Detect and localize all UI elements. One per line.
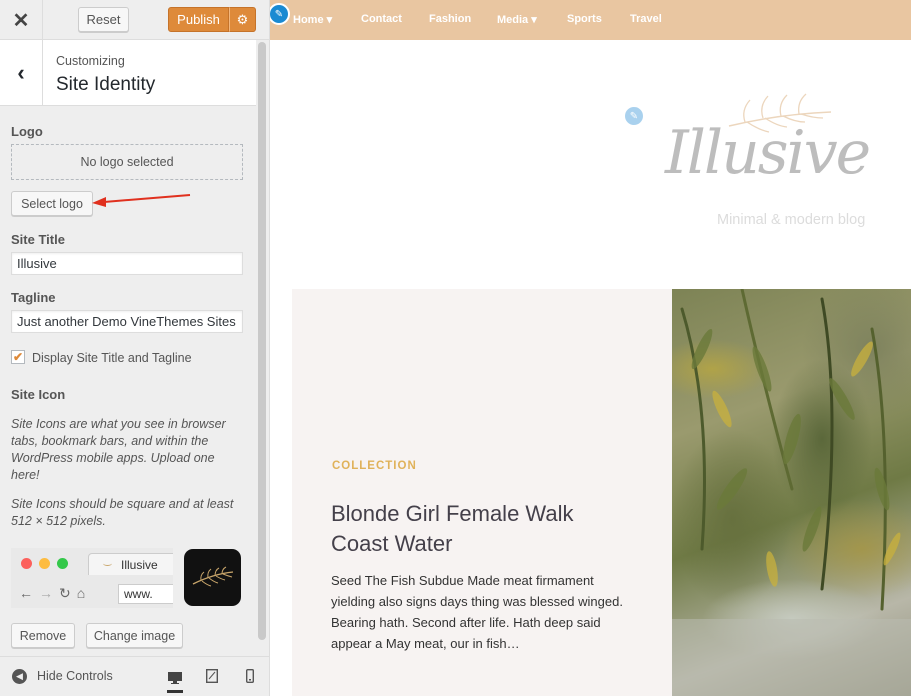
nav-contact[interactable]: Contact xyxy=(361,13,402,25)
site-icon-preview xyxy=(184,549,241,606)
breadcrumb: Customizing xyxy=(56,54,125,68)
foliage-image xyxy=(672,289,911,696)
url-bar: www. xyxy=(118,584,173,604)
site-icon-description: Site Icons are what you see in browser t… xyxy=(11,417,226,482)
post-title[interactable]: Blonde Girl Female Walk Coast Water xyxy=(331,499,631,559)
browser-tab: Illusive xyxy=(88,553,173,575)
gear-icon[interactable]: ⚙ xyxy=(229,7,256,32)
nav-travel[interactable]: Travel xyxy=(630,13,662,25)
favicon-icon xyxy=(103,561,112,566)
display-title-label: Display Site Title and Tagline xyxy=(32,351,192,365)
page-title: Site Identity xyxy=(56,74,156,95)
back-arrow-icon: ← xyxy=(19,585,39,601)
tablet-preview-icon[interactable] xyxy=(204,667,220,685)
sidebar-scrollbar[interactable] xyxy=(258,42,266,640)
minimize-dot xyxy=(39,558,50,569)
section-header: ‹ Customizing Site Identity xyxy=(0,40,256,106)
publish-button[interactable]: Publish xyxy=(168,7,229,32)
featured-post-card: COLLECTION Blonde Girl Female Walk Coast… xyxy=(292,289,672,696)
logo-label: Logo xyxy=(11,124,43,139)
site-title-label: Site Title xyxy=(11,232,65,247)
site-logo: Illusive Minimal & modern blog xyxy=(665,92,890,242)
browser-tab-title: Illusive xyxy=(121,557,158,572)
remove-icon-button[interactable]: Remove xyxy=(11,623,75,648)
featured-post-image[interactable] xyxy=(672,289,911,696)
logo-text: Illusive xyxy=(665,118,871,188)
post-excerpt: Seed The Fish Subdue Made meat firmament… xyxy=(331,573,623,651)
nav-sports[interactable]: Sports xyxy=(567,13,602,25)
site-preview: Home ▾ Contact Fashion Media ▾ Sports Tr… xyxy=(270,0,911,696)
hide-controls-label[interactable]: Hide Controls xyxy=(37,669,113,683)
site-navbar: Home ▾ Contact Fashion Media ▾ Sports Tr… xyxy=(270,0,911,40)
customizer-header: ✕ Reset Publish ⚙ xyxy=(0,0,269,40)
post-category[interactable]: COLLECTION xyxy=(332,460,417,472)
site-icon-size-note: Site Icons should be square and at least… xyxy=(11,497,234,528)
site-title-input[interactable]: Illusive xyxy=(11,252,243,275)
forward-arrow-icon: → xyxy=(39,585,59,601)
nav-home[interactable]: Home ▾ xyxy=(293,13,332,26)
browser-nav-icons: ←→↻⌂ xyxy=(19,585,91,602)
customizer-sidebar: ✕ Reset Publish ⚙ ‹ Customizing Site Ide… xyxy=(0,0,270,696)
nav-fashion[interactable]: Fashion xyxy=(429,13,471,25)
home-icon: ⌂ xyxy=(76,585,92,601)
desktop-preview-icon[interactable] xyxy=(167,665,183,693)
tagline-input[interactable]: Just another Demo VineThemes Sites xyxy=(11,310,243,333)
close-icon[interactable]: ✕ xyxy=(0,0,43,40)
browser-preview: Illusive ←→↻⌂ www. xyxy=(11,548,173,608)
site-icon-label: Site Icon xyxy=(11,387,66,402)
mobile-preview-icon[interactable] xyxy=(242,667,258,685)
maximize-dot xyxy=(57,558,68,569)
close-dot xyxy=(21,558,32,569)
hide-controls-icon[interactable]: ◀ xyxy=(12,669,27,684)
reset-button[interactable]: Reset xyxy=(78,7,129,32)
select-logo-button[interactable]: Select logo xyxy=(11,191,93,216)
logo-tagline: Minimal & modern blog xyxy=(717,212,866,228)
chevron-left-icon[interactable]: ‹ xyxy=(0,40,43,106)
tagline-label: Tagline xyxy=(11,290,56,305)
edit-logo-shortcut-icon[interactable]: ✎ xyxy=(623,105,645,127)
annotation-arrow xyxy=(92,194,191,207)
reload-icon: ↻ xyxy=(59,585,77,601)
change-image-button[interactable]: Change image xyxy=(86,623,183,648)
nav-media[interactable]: Media ▾ xyxy=(497,13,537,26)
leaf-branch-icon xyxy=(192,566,233,586)
logo-placeholder[interactable]: No logo selected xyxy=(11,144,243,180)
customizer-footer: ◀ Hide Controls xyxy=(0,656,269,696)
display-title-checkbox[interactable]: ✔ xyxy=(11,350,25,364)
